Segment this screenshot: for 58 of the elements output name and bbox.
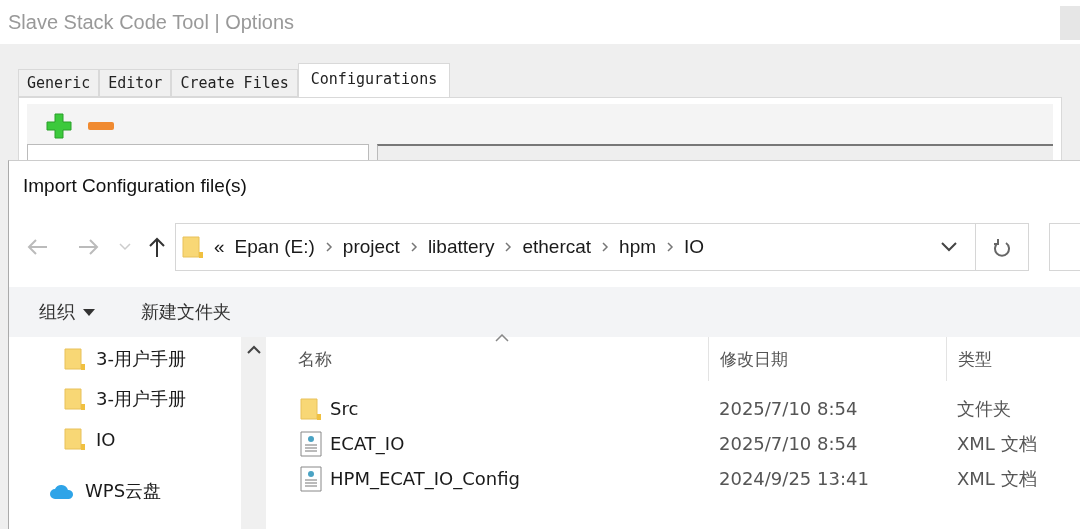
column-header[interactable]: 类型: [958, 347, 992, 371]
modified-date: 2025/7/10 8:54: [718, 433, 859, 454]
chevron-icon: [666, 241, 675, 253]
sort-caret-icon: [495, 334, 509, 342]
breadcrumb-item[interactable]: hpm: [619, 236, 657, 258]
scrollbar[interactable]: [241, 337, 266, 529]
chevron-icon: [409, 241, 418, 253]
dialog-title: Import Configuration file(s): [23, 175, 247, 196]
nav-pane-item[interactable]: WPS云盘: [9, 475, 241, 507]
tab[interactable]: Generic: [18, 69, 100, 97]
minus-icon[interactable]: [87, 121, 115, 131]
cloud-icon: [49, 482, 75, 500]
breadcrumb-item[interactable]: libattery: [427, 236, 495, 258]
file-type: XML 文档: [956, 466, 1038, 491]
breadcrumb-item[interactable]: Epan (E:): [234, 236, 315, 258]
breadcrumb-item[interactable]: ethercat: [522, 236, 592, 258]
chevron-icon: [601, 241, 610, 253]
search-field[interactable]: [1049, 223, 1080, 271]
organize-button[interactable]: 组织: [39, 300, 95, 324]
folder-icon: [64, 346, 86, 372]
file-type: 文件夹: [956, 396, 1012, 421]
window-title: Slave Stack Code Tool | Options: [8, 10, 295, 34]
address-bar[interactable]: « Epan (E:) project libattery ethercat hpm IO: [175, 223, 976, 271]
forward-arrow-icon[interactable]: [77, 238, 99, 256]
up-arrow-icon[interactable]: [147, 236, 167, 258]
modified-date: 2024/9/25 13:41: [718, 468, 870, 489]
dropdown-icon[interactable]: [941, 242, 957, 252]
nav-pane-item[interactable]: IO: [9, 423, 241, 455]
column-header[interactable]: 名称: [298, 347, 332, 371]
file-name[interactable]: HPM_ECAT_IO_Config: [288, 465, 708, 492]
file-name[interactable]: Src: [288, 395, 708, 422]
file-name[interactable]: ECAT_IO: [288, 430, 708, 457]
tab[interactable]: Configurations: [297, 63, 451, 97]
xml-file-icon: [300, 465, 322, 492]
breadcrumb-item[interactable]: project: [342, 236, 400, 258]
xml-file-icon: [300, 430, 322, 457]
caret-icon: [83, 308, 95, 316]
column-header[interactable]: 修改日期: [720, 347, 788, 371]
tab[interactable]: Create Files: [171, 69, 298, 97]
new-folder-button[interactable]: 新建文件夹: [141, 300, 231, 324]
folder-icon: [300, 395, 322, 422]
modified-date: 2025/7/10 8:54: [718, 398, 859, 419]
folder-icon: [64, 426, 86, 452]
nav-pane-item[interactable]: 3-用户手册: [9, 343, 241, 375]
scroll-up-icon[interactable]: [246, 345, 261, 354]
folder-icon: [64, 386, 86, 412]
refresh-icon: [993, 237, 1012, 257]
nav-pane-item[interactable]: 3-用户手册: [9, 383, 241, 415]
tab[interactable]: Editor: [99, 69, 172, 97]
back-arrow-icon[interactable]: [27, 238, 49, 256]
chevron-icon: [504, 241, 513, 253]
breadcrumb-item[interactable]: IO: [684, 236, 705, 258]
plus-icon[interactable]: [45, 112, 73, 140]
chevron-icon: [324, 241, 333, 253]
file-type: XML 文档: [956, 431, 1038, 456]
refresh-button[interactable]: [975, 223, 1030, 271]
overflow-indicator[interactable]: «: [214, 236, 225, 258]
folder-icon: [182, 234, 204, 260]
